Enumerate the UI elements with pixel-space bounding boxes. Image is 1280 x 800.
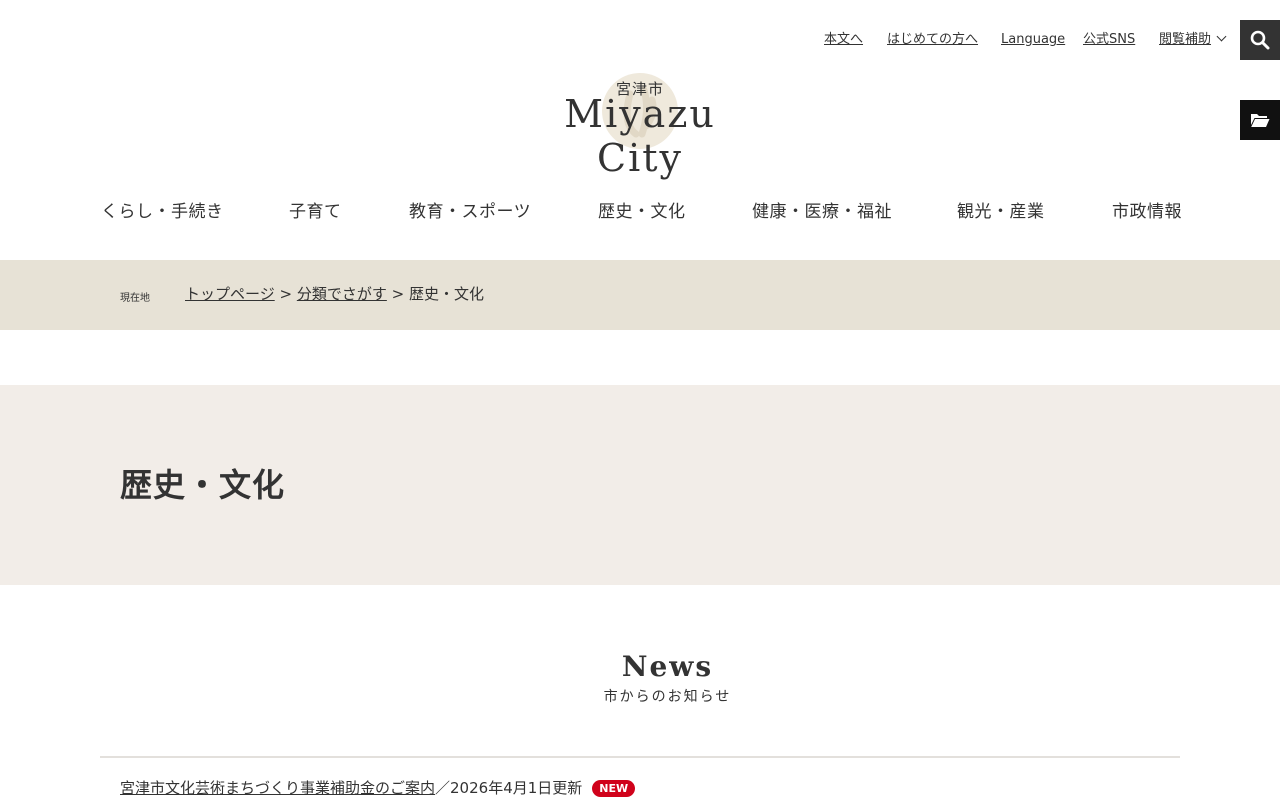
page-title: 歴史・文化	[120, 466, 286, 504]
first-time-visitors-link[interactable]: はじめての方へ	[887, 31, 978, 49]
breadcrumb-label: 現在地	[120, 293, 150, 304]
logo-english: Miyazu City	[564, 92, 716, 180]
breadcrumb-current: 歴史・文化	[408, 285, 484, 303]
page-title-band: 歴史・文化	[0, 385, 1280, 585]
skip-to-content-link[interactable]: 本文へ	[824, 31, 863, 49]
breadcrumb-separator: >	[391, 285, 409, 303]
chevron-down-icon	[1216, 31, 1227, 42]
language-link[interactable]: Language	[1001, 31, 1065, 49]
site-logo[interactable]: 宮津市 Miyazu City	[525, 68, 755, 180]
nav-history-culture[interactable]: 歴史・文化	[598, 200, 686, 224]
nav-living-procedures[interactable]: くらし・手続き	[101, 200, 224, 224]
nav-education-sports[interactable]: 教育・スポーツ	[409, 200, 531, 224]
new-badge: NEW	[592, 780, 636, 797]
breadcrumb-top-page-link[interactable]: トップページ	[185, 285, 275, 303]
breadcrumb-category-link[interactable]: 分類でさがす	[297, 285, 387, 303]
nav-child-rearing[interactable]: 子育て	[289, 200, 342, 224]
breadcrumb-separator: >	[279, 285, 297, 303]
news-list-item: 宮津市文化芸術まちづくり事業補助金のご案内／2026年4月1日更新 NEW	[120, 778, 636, 798]
breadcrumb: 現在地 トップページ > 分類でさがす > 歴史・文化	[0, 260, 1280, 330]
news-item-date: ／2026年4月1日更新	[435, 779, 583, 797]
folder-open-icon	[1251, 114, 1270, 127]
folder-button[interactable]	[1240, 100, 1280, 140]
utility-nav: 本文へ はじめての方へ Language 公式SNS 閲覧補助	[0, 31, 1228, 49]
news-item-link[interactable]: 宮津市文化芸術まちづくり事業補助金のご案内	[120, 779, 435, 797]
nav-health-medical-welfare[interactable]: 健康・医療・福祉	[752, 200, 892, 224]
search-icon	[1250, 30, 1270, 50]
breadcrumb-trail: トップページ > 分類でさがす > 歴史・文化	[185, 284, 484, 304]
accessibility-label: 閲覧補助	[1159, 32, 1212, 47]
nav-city-administration[interactable]: 市政情報	[1112, 200, 1182, 224]
global-nav: くらし・手続き 子育て 教育・スポーツ 歴史・文化 健康・医療・福祉 観光・産業…	[0, 200, 1280, 226]
nav-tourism-industry[interactable]: 観光・産業	[957, 200, 1045, 224]
search-button[interactable]	[1240, 20, 1280, 60]
accessibility-menu-toggle[interactable]: 閲覧補助	[1159, 31, 1227, 49]
news-heading: News	[621, 650, 714, 683]
news-divider	[100, 756, 1180, 758]
news-subheading: 市からのお知らせ	[603, 689, 732, 705]
official-sns-link[interactable]: 公式SNS	[1083, 31, 1135, 49]
